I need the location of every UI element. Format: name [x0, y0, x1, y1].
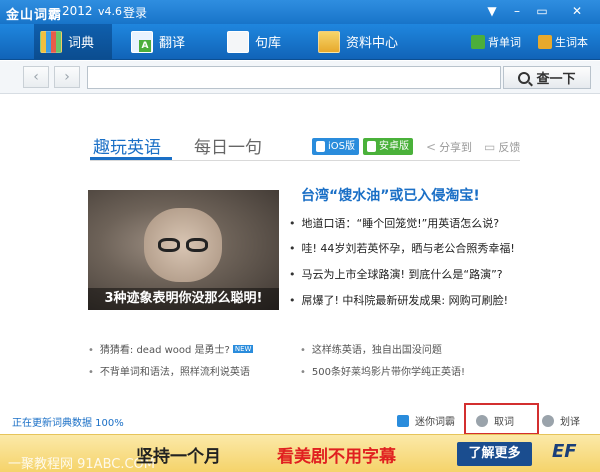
vocab-label: 背单词 [488, 36, 521, 49]
hero-photo [144, 208, 222, 282]
select-translate-toggle[interactable]: 划译 [542, 413, 580, 428]
document-icon [227, 30, 249, 53]
glasses-left [158, 238, 180, 252]
tip-link[interactable]: 不背单词和语法，照样流利说英语 [88, 363, 250, 378]
minimize-button[interactable]: – [506, 2, 528, 20]
book-icon [40, 30, 62, 53]
tab-sentences[interactable]: 句库 [227, 24, 303, 59]
glasses-right [186, 238, 208, 252]
tab-label: 资料中心 [346, 36, 399, 51]
app-year: 2012 [62, 4, 93, 18]
article-link[interactable]: 屌爆了! 中科院最新研发成果: 网购可刷脸! [289, 292, 509, 308]
tab-fun-english[interactable]: 趣玩英语 [93, 133, 161, 158]
search-bar: ‹ › 查一下 [0, 61, 600, 94]
forward-button[interactable]: › [54, 66, 80, 88]
tab-resource-center[interactable]: 资料中心 [318, 24, 418, 59]
tab-daily-sentence[interactable]: 每日一句 [194, 133, 262, 158]
app-title: 金山词霸 [6, 8, 63, 23]
new-badge: NEW [232, 345, 254, 353]
share-button[interactable]: < 分享到 [426, 139, 472, 155]
ios-version-badge[interactable]: iOS版 [312, 138, 359, 155]
tab-label: 翻译 [159, 36, 186, 51]
tip-text: 猜猜看: dead wood 是勇士? [99, 345, 230, 356]
select-translate-label: 划译 [560, 417, 580, 428]
main-nav: 词典 翻译 句库 资料中心 背单词 生词本 [0, 24, 600, 60]
folder-icon [318, 30, 340, 53]
share-label: 分享到 [439, 141, 473, 154]
search-button-label: 查一下 [536, 72, 576, 87]
tip-link[interactable]: 500条好莱坞影片带你学纯正英语! [300, 363, 465, 378]
tab-label: 词典 [68, 36, 95, 51]
title-bar: 金山词霸 2012 v4.6 登录 ▼ – ▭ ✕ [0, 0, 600, 24]
translate-icon [131, 30, 153, 53]
mini-dictionary-button[interactable]: 迷你词霸 [397, 413, 455, 428]
toggle-off-icon [542, 414, 554, 427]
wordbook-icon [538, 35, 552, 49]
restore-button[interactable]: ▭ [531, 2, 553, 20]
ad-highlight-text: 看美剧不用字幕 [277, 447, 396, 467]
update-status: 正在更新词典数据 100% [12, 418, 124, 429]
ad-text: 坚持一个月 [136, 447, 221, 467]
vocab-button[interactable]: 背单词 [471, 34, 521, 50]
wordbook-button[interactable]: 生词本 [538, 34, 588, 50]
tab-label: 句库 [255, 36, 282, 51]
feedback-icon: ▭ [484, 140, 496, 154]
article-link[interactable]: 哇! 44岁刘若英怀孕，晒与老公合照秀幸福! [289, 240, 515, 256]
article-link[interactable]: 马云为上市全球路演! 到底什么是“路演”? [289, 266, 503, 282]
wordbook-label: 生词本 [555, 36, 588, 49]
share-icon: < [426, 140, 437, 154]
mini-dictionary-label: 迷你词霸 [415, 417, 455, 428]
search-button[interactable]: 查一下 [503, 66, 591, 89]
feedback-button[interactable]: ▭ 反馈 [484, 139, 520, 155]
highlight-box [464, 403, 539, 435]
article-link[interactable]: 地道口语：“睡个回笼觉!”用英语怎么说? [289, 215, 500, 231]
learn-more-button[interactable]: 了解更多 [457, 442, 532, 466]
hero-image[interactable]: 3种迹象表明你没那么聪明! [88, 190, 279, 310]
menu-dropdown-icon[interactable]: ▼ [481, 2, 503, 20]
hero-caption: 3种迹象表明你没那么聪明! [88, 288, 279, 310]
tab-translate[interactable]: 翻译 [131, 24, 207, 59]
back-button[interactable]: ‹ [23, 66, 49, 88]
close-button[interactable]: ✕ [566, 2, 588, 20]
vocab-icon [471, 35, 485, 49]
search-input[interactable] [87, 66, 501, 89]
tab-divider [90, 160, 520, 161]
tab-dictionary[interactable]: 词典 [34, 24, 112, 59]
ef-logo: EF [552, 441, 577, 462]
search-icon [518, 71, 531, 84]
ad-banner[interactable]: 一聚教程网 91ABC.COM 坚持一个月 看美剧不用字幕 了解更多 EF [0, 434, 600, 472]
app-version: v4.6 [98, 5, 123, 18]
tip-link[interactable]: 猜猜看: dead wood 是勇士?NEW [88, 341, 254, 356]
watermark: 一聚教程网 91ABC.COM [8, 457, 155, 472]
login-link[interactable]: 登录 [123, 4, 147, 21]
mini-dictionary-icon [397, 414, 409, 427]
headline-link[interactable]: 台湾“馊水油”或已入侵淘宝! [301, 185, 480, 205]
tip-link[interactable]: 这样练英语，独自出国没问题 [300, 341, 442, 356]
android-version-badge[interactable]: 安卓版 [363, 138, 413, 155]
feedback-label: 反馈 [498, 141, 521, 154]
